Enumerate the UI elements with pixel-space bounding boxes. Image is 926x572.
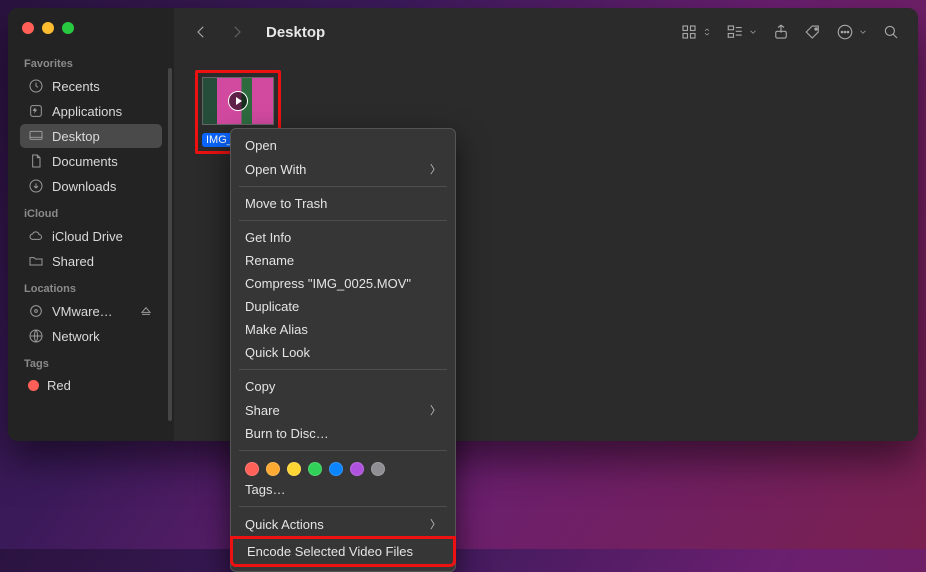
- zoom-window-button[interactable]: [62, 22, 74, 34]
- sidebar-item-vmware[interactable]: VMware…: [20, 299, 162, 323]
- menu-separator: [239, 220, 447, 221]
- desktop-icon: [28, 128, 44, 144]
- sidebar-item-label: Shared: [52, 254, 94, 269]
- ctx-open-with[interactable]: Open With〉: [231, 157, 455, 181]
- window-traffic-lights: [20, 20, 162, 48]
- ctx-quick-look[interactable]: Quick Look: [231, 341, 455, 364]
- tag-color-blue[interactable]: [329, 462, 343, 476]
- minimize-window-button[interactable]: [42, 22, 54, 34]
- sidebar-section-favorites: Favorites: [24, 58, 162, 70]
- toolbar: Desktop: [174, 8, 918, 56]
- sidebar-section-locations: Locations: [24, 283, 162, 295]
- video-thumbnail[interactable]: [202, 77, 274, 125]
- sidebar-item-tag-red[interactable]: Red: [20, 374, 162, 397]
- sidebar-item-label: Desktop: [52, 129, 100, 144]
- context-menu: Open Open With〉 Move to Trash Get Info R…: [230, 128, 456, 572]
- menu-separator: [239, 450, 447, 451]
- forward-button[interactable]: [228, 23, 246, 41]
- disk-icon: [28, 303, 44, 319]
- menu-separator: [239, 369, 447, 370]
- ctx-move-to-trash[interactable]: Move to Trash: [231, 192, 455, 215]
- downloads-icon: [28, 178, 44, 194]
- sidebar-item-network[interactable]: Network: [20, 324, 162, 348]
- sidebar-item-documents[interactable]: Documents: [20, 149, 162, 173]
- location-title: Desktop: [266, 24, 325, 41]
- sidebar-item-desktop[interactable]: Desktop: [20, 124, 162, 148]
- tag-color-yellow[interactable]: [287, 462, 301, 476]
- menu-separator: [239, 186, 447, 187]
- tag-color-green[interactable]: [308, 462, 322, 476]
- view-icons-button[interactable]: [680, 23, 712, 41]
- document-icon: [28, 153, 44, 169]
- sidebar-section-tags: Tags: [24, 358, 162, 370]
- sidebar-scrollbar[interactable]: [168, 68, 172, 421]
- tags-button[interactable]: [804, 23, 822, 41]
- share-button[interactable]: [772, 23, 790, 41]
- sidebar-item-shared[interactable]: Shared: [20, 249, 162, 273]
- sidebar: Favorites Recents Applications Desktop D…: [8, 8, 174, 441]
- ctx-copy[interactable]: Copy: [231, 375, 455, 398]
- sidebar-item-icloud-drive[interactable]: iCloud Drive: [20, 224, 162, 248]
- annotation-highlight: Encode Selected Video Files: [230, 536, 456, 567]
- ctx-tag-color-row: [231, 456, 455, 478]
- group-by-button[interactable]: [726, 23, 758, 41]
- ctx-burn-to-disc[interactable]: Burn to Disc…: [231, 422, 455, 445]
- search-button[interactable]: [882, 23, 900, 41]
- close-window-button[interactable]: [22, 22, 34, 34]
- sidebar-item-label: Network: [52, 329, 100, 344]
- sidebar-item-label: iCloud Drive: [52, 229, 123, 244]
- chevron-right-icon: 〉: [430, 516, 441, 532]
- ctx-share[interactable]: Share〉: [231, 398, 455, 422]
- chevron-right-icon: 〉: [430, 161, 441, 177]
- tag-color-purple[interactable]: [350, 462, 364, 476]
- sidebar-item-recents[interactable]: Recents: [20, 74, 162, 98]
- sidebar-section-icloud: iCloud: [24, 208, 162, 220]
- ctx-duplicate[interactable]: Duplicate: [231, 295, 455, 318]
- applications-icon: [28, 103, 44, 119]
- sidebar-item-label: Red: [47, 378, 71, 393]
- tag-color-red[interactable]: [245, 462, 259, 476]
- sidebar-item-label: Documents: [52, 154, 118, 169]
- ctx-compress[interactable]: Compress "IMG_0025.MOV": [231, 272, 455, 295]
- ctx-tags[interactable]: Tags…: [231, 478, 455, 501]
- globe-icon: [28, 328, 44, 344]
- tag-color-gray[interactable]: [371, 462, 385, 476]
- sidebar-item-downloads[interactable]: Downloads: [20, 174, 162, 198]
- tag-color-orange[interactable]: [266, 462, 280, 476]
- menu-separator: [239, 506, 447, 507]
- back-button[interactable]: [192, 23, 210, 41]
- ctx-make-alias[interactable]: Make Alias: [231, 318, 455, 341]
- sidebar-item-label: Recents: [52, 79, 100, 94]
- eject-icon[interactable]: [138, 303, 154, 319]
- tag-color-dot: [28, 380, 39, 391]
- sidebar-item-label: VMware…: [52, 304, 113, 319]
- play-overlay-icon: [228, 91, 248, 111]
- finder-window: Favorites Recents Applications Desktop D…: [8, 8, 918, 441]
- action-menu-button[interactable]: [836, 23, 868, 41]
- clock-icon: [28, 78, 44, 94]
- ctx-encode-video[interactable]: Encode Selected Video Files: [233, 539, 453, 564]
- ctx-get-info[interactable]: Get Info: [231, 226, 455, 249]
- sidebar-item-label: Applications: [52, 104, 122, 119]
- sidebar-item-label: Downloads: [52, 179, 116, 194]
- shared-folder-icon: [28, 253, 44, 269]
- chevron-right-icon: 〉: [430, 402, 441, 418]
- ctx-rename[interactable]: Rename: [231, 249, 455, 272]
- sidebar-item-applications[interactable]: Applications: [20, 99, 162, 123]
- cloud-icon: [28, 228, 44, 244]
- ctx-quick-actions[interactable]: Quick Actions〉: [231, 512, 455, 536]
- ctx-open[interactable]: Open: [231, 134, 455, 157]
